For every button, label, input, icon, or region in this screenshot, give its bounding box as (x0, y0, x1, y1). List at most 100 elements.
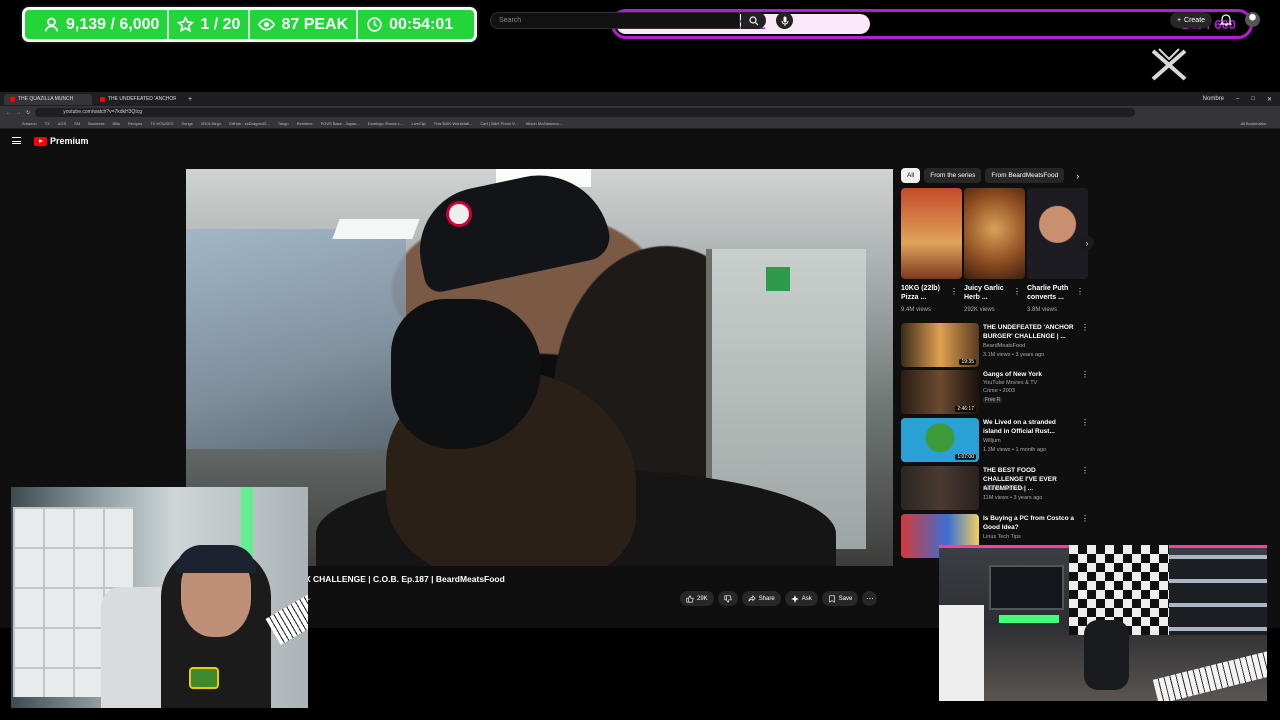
recommendation-item[interactable]: 1:07:00 We Lived on a stranded island in… (901, 418, 1091, 462)
short-item[interactable]: Charlie Puth converts ... 3.8M views ⋮ (1027, 188, 1088, 313)
bookmark-item[interactable]: Amazon (22, 121, 37, 126)
shirt-logo-icon (189, 667, 219, 689)
create-button[interactable]: + Create (1170, 12, 1212, 28)
reload-icon[interactable]: ↻ (26, 110, 30, 116)
bookmark-item[interactable]: GitHub - ssDragon42... (229, 121, 270, 126)
bookmark-item[interactable]: This $400 Workstati... (434, 121, 473, 126)
channel-name[interactable]: BeardMeatsFood (983, 486, 1025, 492)
maximize-button[interactable]: □ (1251, 96, 1255, 103)
video-duration: 1:07:00 (955, 454, 976, 460)
youtube-logo[interactable]: Premium (34, 136, 89, 146)
share-label: Share (758, 595, 775, 602)
video-frame-cap (408, 169, 614, 295)
more-vert-icon[interactable]: ⋮ (1076, 287, 1084, 296)
bookmark-item[interactable]: SM (74, 121, 80, 126)
save-button[interactable]: Save (821, 591, 859, 606)
all-bookmarks[interactable]: All Bookmarks (1240, 121, 1280, 126)
search-input[interactable]: Search (490, 12, 740, 29)
video-meta: 1.3M views • 1 month ago (983, 447, 1047, 453)
more-vert-icon[interactable]: ⋮ (1081, 323, 1089, 332)
dislike-button[interactable] (717, 591, 738, 606)
more-vert-icon[interactable]: ⋮ (950, 287, 958, 296)
bookmark-item[interactable]: LiveClip (412, 121, 426, 126)
stream-timer: 00:54:01 (389, 15, 454, 33)
bookmark-item[interactable]: Business (88, 121, 104, 126)
more-vert-icon[interactable]: ⋮ (1081, 466, 1089, 475)
recommendation-item[interactable]: THE BEST FOOD CHALLENGE I'VE EVER ATTEMP… (901, 466, 1091, 510)
more-vert-icon[interactable]: ⋮ (1081, 370, 1089, 379)
room-wall-shelf (1169, 555, 1267, 635)
bookmark-item[interactable]: Tango (278, 121, 289, 126)
thumbs-up-icon (686, 594, 694, 603)
recommendation-item[interactable]: 2:46:17 Gangs of New York YouTube Movies… (901, 370, 1091, 414)
bookmark-item[interactable]: Remitme (297, 121, 313, 126)
search-button[interactable] (741, 12, 766, 29)
channel-name[interactable]: Willjum (983, 438, 1001, 444)
bookmarks-bar: Amazon TX AGS SM Business Bills Recipes … (0, 119, 1280, 129)
bookmark-item[interactable]: PGVS Base - Japan... (321, 121, 360, 126)
short-item[interactable]: 10KG (22lb) Pizza ... 9.4M views ⋮ (901, 188, 962, 313)
video-duration: 19:35 (959, 359, 976, 365)
channel-name[interactable]: YouTube Movies & TV (983, 380, 1037, 386)
recommendation-item[interactable]: 19:35 THE UNDEFEATED 'ANCHOR BURGER' CHA… (901, 323, 1091, 367)
streamer-webcam (11, 487, 308, 708)
bookmark-item[interactable]: TX HOUSES (150, 121, 173, 126)
channel-name[interactable]: BeardMeatsFood (983, 343, 1025, 349)
minimize-button[interactable]: – (1236, 96, 1239, 103)
tab-title: THE UNDEFEATED 'ANCHOR B (108, 96, 176, 102)
account-avatar[interactable] (1245, 12, 1260, 27)
bookmark-item[interactable]: Alison McAlameon... (526, 121, 562, 126)
close-window-button[interactable]: ✕ (1267, 96, 1272, 103)
profile-label[interactable]: Nombre (1203, 96, 1224, 103)
url-field[interactable]: youtube.com/watch?v=7kdkH3Qtcg (35, 108, 1136, 117)
youtube-play-icon (34, 136, 47, 146)
peak-stat: 87 PEAK (248, 10, 356, 39)
new-tab-button[interactable]: + (188, 96, 192, 103)
filter-chips: All From the series From BeardMeatsFood … (901, 168, 1079, 183)
bookmark-item[interactable]: VDOLNinja (201, 121, 221, 126)
brand-logo-icon (1151, 48, 1187, 81)
youtube-header: Premium (0, 129, 1280, 159)
voice-search-button[interactable] (776, 12, 793, 29)
chevron-right-icon[interactable]: › (1080, 236, 1094, 250)
chip-from-channel[interactable]: From BeardMeatsFood (985, 168, 1065, 183)
bookmark-item[interactable]: Songs (181, 121, 192, 126)
microphone-icon (781, 16, 788, 26)
browser-tab-2[interactable]: THE UNDEFEATED 'ANCHOR B (94, 94, 182, 105)
video-meta: 11M views • 3 years ago (983, 495, 1043, 501)
video-duration: 2:46:17 (955, 406, 976, 412)
menu-icon[interactable] (12, 137, 21, 144)
bookmark-item[interactable]: Domingo Shows L... (368, 121, 404, 126)
tab-title: THE QUAZILLA MUNCH (18, 96, 74, 102)
back-icon[interactable]: ← (6, 110, 11, 116)
timer-stat: 00:54:01 (356, 10, 461, 39)
chip-from-series[interactable]: From the series (924, 168, 982, 183)
short-views: 3.8M views (1027, 307, 1058, 313)
search-icon (748, 15, 758, 25)
video-meta: 3.1M views • 3 years ago (983, 352, 1045, 358)
forward-icon[interactable]: → (16, 110, 21, 116)
bookmark-item[interactable]: Bills (113, 121, 120, 126)
short-views: 9.4M views (901, 307, 932, 313)
chip-all[interactable]: All (901, 168, 921, 183)
like-button[interactable]: 29K (680, 591, 714, 606)
video-frame-sign (766, 267, 790, 291)
more-vert-icon[interactable]: ⋮ (1081, 514, 1089, 523)
ask-button[interactable]: Ask (784, 591, 818, 606)
star-count: 1 / 20 (200, 15, 241, 33)
bookmark-item[interactable]: Cart | B&H Photo V... (480, 121, 517, 126)
bookmark-item[interactable]: TX (45, 121, 50, 126)
chevron-right-icon[interactable]: › (1076, 171, 1079, 181)
bookmark-item[interactable]: AGS (58, 121, 66, 126)
more-vert-icon[interactable]: ⋮ (1081, 418, 1089, 427)
channel-name[interactable]: Linus Tech Tips (983, 534, 1021, 540)
bookmark-item[interactable]: Recipes (128, 121, 142, 126)
notifications-bell-icon[interactable] (1219, 13, 1233, 27)
star-stat: 1 / 20 (167, 10, 248, 39)
short-views: 292K views (964, 307, 995, 313)
more-actions-button[interactable]: ⋯ (862, 591, 878, 606)
short-item[interactable]: Juicy Garlic Herb ... 292K views ⋮ (964, 188, 1025, 313)
more-vert-icon[interactable]: ⋮ (1013, 287, 1021, 296)
browser-tab-1[interactable]: THE QUAZILLA MUNCH (4, 93, 92, 105)
share-button[interactable]: Share (741, 591, 781, 606)
